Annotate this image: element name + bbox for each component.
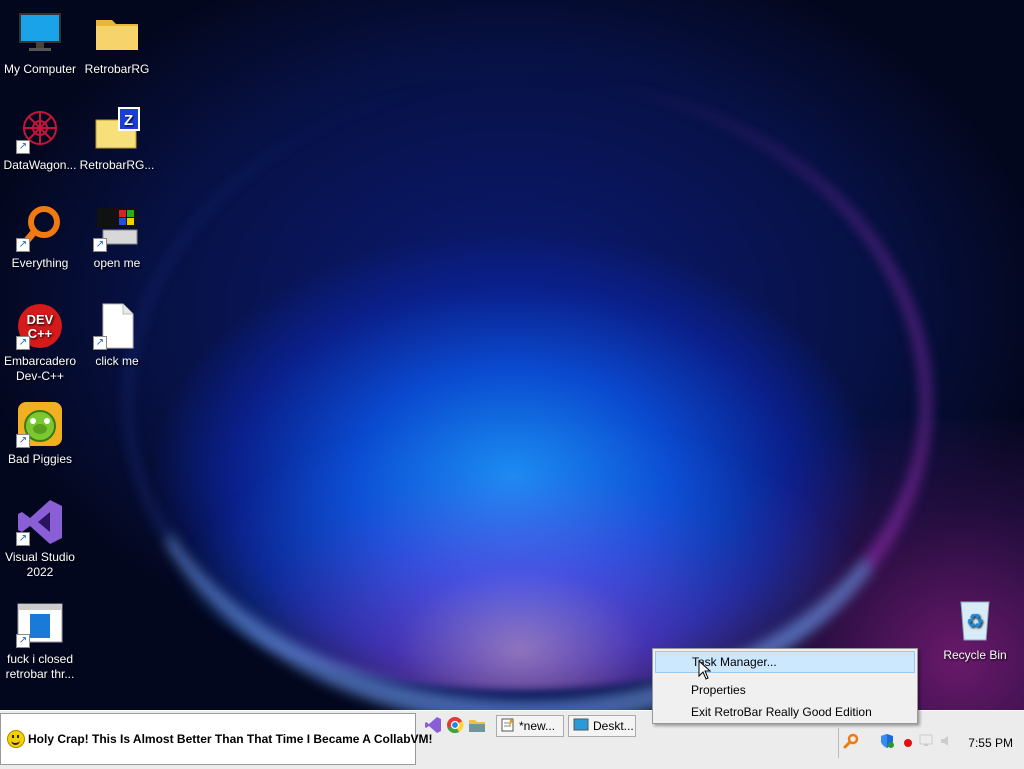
icon-label: click me bbox=[95, 354, 139, 368]
zip-folder-icon: Z bbox=[93, 106, 141, 154]
icon-label: RetrobarRG... bbox=[79, 158, 155, 172]
icon-label: fuck i closed retrobar thr... bbox=[5, 652, 75, 681]
file-explorer-icon[interactable] bbox=[468, 716, 486, 734]
smiley-icon bbox=[7, 730, 25, 748]
volume-icon[interactable] bbox=[939, 734, 955, 753]
icon-label: open me bbox=[93, 256, 141, 270]
desktop-icon-retrobarrg[interactable]: RetrobarRG bbox=[77, 10, 157, 77]
notification-area: 7:55 PM bbox=[838, 728, 1024, 758]
document-icon: ↗ bbox=[93, 302, 141, 350]
svg-text:♻: ♻ bbox=[966, 609, 984, 633]
window-icon: ↗ bbox=[16, 600, 64, 648]
desktop-icon-everything[interactable]: ↗ Everything bbox=[0, 204, 80, 271]
shortcut-arrow-icon: ↗ bbox=[16, 434, 30, 448]
record-dot-icon[interactable] bbox=[903, 734, 913, 752]
shortcut-arrow-icon: ↗ bbox=[93, 238, 107, 252]
desktop-icon-recycle-bin[interactable]: ♻ Recycle Bin bbox=[935, 596, 1015, 663]
taskbar-button-label: Deskt... bbox=[593, 719, 634, 733]
icon-label: DataWagon... bbox=[3, 158, 77, 172]
start-button-label: Holy Crap! This Is Almost Better Than Th… bbox=[28, 732, 433, 746]
taskbar-button-notepad[interactable]: *new... bbox=[496, 715, 564, 737]
taskbar-button-label: *new... bbox=[519, 719, 556, 733]
monitor-icon bbox=[16, 10, 64, 58]
desktop-icon-open-me[interactable]: ↗ open me bbox=[77, 204, 157, 271]
taskbar-button-desktop[interactable]: Deskt... bbox=[568, 715, 636, 737]
visual-studio-icon[interactable] bbox=[424, 716, 442, 734]
network-icon[interactable] bbox=[919, 734, 935, 753]
menu-item-label: Properties bbox=[691, 683, 746, 697]
icon-label: My Computer bbox=[3, 62, 77, 76]
svg-text:DEV: DEV bbox=[27, 312, 54, 327]
desktop-icon-retrobar-shortcut[interactable]: ↗ fuck i closed retrobar thr... bbox=[0, 600, 80, 682]
wallpaper-ring bbox=[125, 80, 931, 726]
menu-item-label: Exit RetroBar Really Good Edition bbox=[691, 705, 872, 719]
desktop-window-icon bbox=[573, 718, 589, 735]
recycle-bin-icon: ♻ bbox=[951, 596, 999, 644]
taskbar-context-menu: Task Manager... Properties Exit RetroBar… bbox=[652, 648, 918, 724]
icon-label: Embarcadero Dev-C++ bbox=[3, 354, 77, 383]
shortcut-arrow-icon: ↗ bbox=[93, 336, 107, 350]
desktop-icon-my-computer[interactable]: My Computer bbox=[0, 10, 80, 77]
desktop-icon-devcpp[interactable]: DEV C++ ↗ Embarcadero Dev-C++ bbox=[0, 302, 80, 384]
shortcut-arrow-icon: ↗ bbox=[16, 238, 30, 252]
svg-text:Z: Z bbox=[124, 112, 133, 129]
desktop-icon-click-me[interactable]: ↗ click me bbox=[77, 302, 157, 369]
icon-label: Bad Piggies bbox=[7, 452, 73, 466]
shortcut-arrow-icon: ↗ bbox=[16, 336, 30, 350]
menu-item-task-manager[interactable]: Task Manager... bbox=[655, 651, 915, 673]
icon-label: Visual Studio 2022 bbox=[5, 550, 75, 579]
everything-tray-icon[interactable] bbox=[843, 733, 859, 754]
bad-piggies-icon: ↗ bbox=[16, 400, 64, 448]
clock[interactable]: 7:55 PM bbox=[968, 736, 1013, 750]
desktop-icon-visual-studio[interactable]: ↗ Visual Studio 2022 bbox=[0, 498, 80, 580]
shortcut-arrow-icon: ↗ bbox=[16, 140, 30, 154]
icon-label: Recycle Bin bbox=[943, 648, 1007, 662]
desktop-icon-retrobarrg-zip[interactable]: Z RetrobarRG... bbox=[77, 106, 157, 173]
icon-label: RetrobarRG bbox=[84, 62, 150, 76]
windows-logo-icon: ↗ bbox=[93, 204, 141, 252]
datawagon-icon: ↗ bbox=[16, 106, 64, 154]
desktop-icon-datawagon[interactable]: ↗ DataWagon... bbox=[0, 106, 80, 173]
visual-studio-icon: ↗ bbox=[16, 498, 64, 546]
start-button[interactable]: Holy Crap! This Is Almost Better Than Th… bbox=[0, 713, 433, 765]
chrome-icon[interactable] bbox=[446, 716, 464, 734]
quick-launch bbox=[424, 716, 486, 734]
menu-item-exit-retrobar[interactable]: Exit RetroBar Really Good Edition bbox=[655, 701, 915, 723]
shortcut-arrow-icon: ↗ bbox=[16, 634, 30, 648]
desktop-icon-bad-piggies[interactable]: ↗ Bad Piggies bbox=[0, 400, 80, 467]
folder-icon bbox=[93, 10, 141, 58]
shortcut-arrow-icon: ↗ bbox=[16, 532, 30, 546]
notepad-icon bbox=[501, 718, 515, 735]
devcpp-icon: DEV C++ ↗ bbox=[16, 302, 64, 350]
svg-text:C++: C++ bbox=[28, 326, 53, 341]
magnifier-icon: ↗ bbox=[16, 204, 64, 252]
menu-item-properties[interactable]: Properties bbox=[655, 679, 915, 701]
security-shield-icon[interactable] bbox=[879, 733, 895, 754]
icon-label: Everything bbox=[11, 256, 69, 270]
mouse-cursor-icon bbox=[698, 659, 712, 680]
